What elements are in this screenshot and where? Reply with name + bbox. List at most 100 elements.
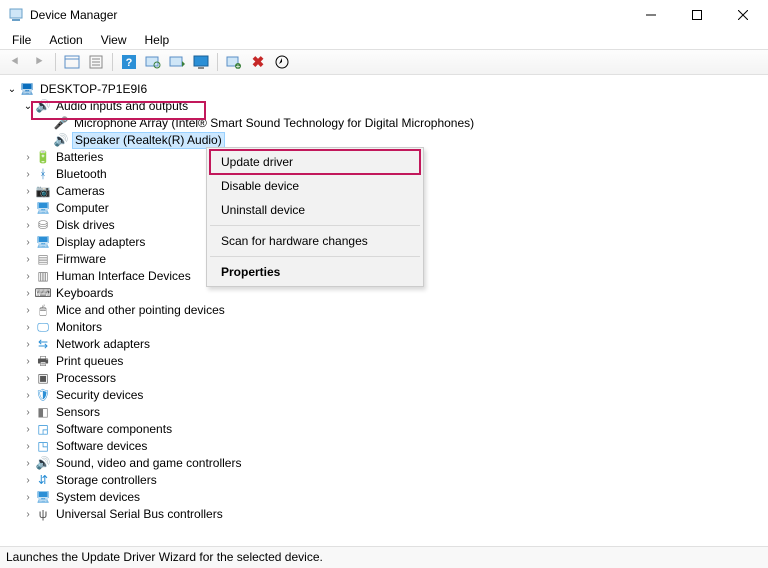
caret-icon[interactable]: › (22, 404, 34, 421)
menu-file[interactable]: File (4, 31, 39, 49)
caret-icon[interactable]: › (22, 438, 34, 455)
caret-icon[interactable]: › (22, 217, 34, 234)
category-usb[interactable]: ›ψUniversal Serial Bus controllers (6, 506, 768, 523)
category-keyboards[interactable]: ›⌨Keyboards (6, 285, 768, 302)
tb-properties[interactable] (85, 51, 107, 73)
device-microphone[interactable]: 🎤 Microphone Array (Intel® Smart Sound T… (6, 115, 768, 132)
ctx-scan-hardware[interactable]: Scan for hardware changes (209, 229, 421, 253)
tb-add-legacy[interactable]: + (223, 51, 245, 73)
tb-monitor[interactable] (190, 51, 212, 73)
category-label[interactable]: Network adapters (54, 336, 152, 353)
menu-help[interactable]: Help (137, 31, 178, 49)
caret-icon[interactable]: › (22, 166, 34, 183)
category-label[interactable]: Computer (54, 200, 111, 217)
root-label[interactable]: DESKTOP-7P1E9I6 (38, 81, 149, 98)
caret-icon[interactable]: › (22, 251, 34, 268)
device-tree[interactable]: ⌄ 🖥 DESKTOP-7P1E9I6 ⌄ 🔊 Audio inputs and… (0, 75, 768, 523)
caret-icon[interactable]: › (22, 336, 34, 353)
category-label[interactable]: Sensors (54, 404, 102, 421)
statusbar-text: Launches the Update Driver Wizard for th… (6, 550, 323, 564)
category-label[interactable]: Human Interface Devices (54, 268, 193, 285)
display-icon: 🖥 (35, 235, 51, 251)
tb-back[interactable]: ⯇ (4, 51, 26, 73)
category-swdev[interactable]: ›◳Software devices (6, 438, 768, 455)
svg-text:+: + (236, 62, 241, 69)
category-label[interactable]: Print queues (54, 353, 125, 370)
caret-icon[interactable]: › (22, 302, 34, 319)
maximize-button[interactable] (674, 0, 720, 30)
speaker-icon: 🔊 (53, 133, 69, 149)
category-label[interactable]: Firmware (54, 251, 108, 268)
category-sensors[interactable]: ›◧Sensors (6, 404, 768, 421)
category-label[interactable]: Processors (54, 370, 118, 387)
tb-uninstall[interactable]: ✖ (247, 51, 269, 73)
tb-scan[interactable] (142, 51, 164, 73)
category-label[interactable]: Sound, video and game controllers (54, 455, 243, 472)
caret-icon[interactable]: › (22, 506, 34, 523)
caret-icon[interactable]: › (22, 234, 34, 251)
audio-label[interactable]: Audio inputs and outputs (54, 98, 190, 115)
caret-icon[interactable]: › (22, 455, 34, 472)
caret-icon[interactable]: ⌄ (6, 81, 18, 98)
usb-icon: ψ (35, 507, 51, 523)
category-storage[interactable]: ›⇵Storage controllers (6, 472, 768, 489)
microphone-icon: 🎤 (53, 116, 69, 132)
caret-icon[interactable]: › (22, 285, 34, 302)
tb-show-hidden[interactable] (61, 51, 83, 73)
minimize-button[interactable] (628, 0, 674, 30)
category-label[interactable]: Mice and other pointing devices (54, 302, 227, 319)
menu-action[interactable]: Action (41, 31, 90, 49)
caret-icon[interactable]: › (22, 353, 34, 370)
ctx-uninstall-device[interactable]: Uninstall device (209, 198, 421, 222)
category-label[interactable]: Monitors (54, 319, 104, 336)
close-button[interactable] (720, 0, 766, 30)
caret-icon[interactable]: › (22, 268, 34, 285)
category-label[interactable]: Software devices (54, 438, 149, 455)
ctx-disable-device[interactable]: Disable device (209, 174, 421, 198)
category-label[interactable]: Display adapters (54, 234, 147, 251)
ctx-properties[interactable]: Properties (209, 260, 421, 284)
menu-view[interactable]: View (93, 31, 135, 49)
tb-forward[interactable]: ⯈ (28, 51, 50, 73)
category-label[interactable]: Universal Serial Bus controllers (54, 506, 225, 523)
category-security[interactable]: ›🛡Security devices (6, 387, 768, 404)
toolbar: ⯇ ⯈ ? + ✖ (0, 49, 768, 75)
category-processors[interactable]: ›▣Processors (6, 370, 768, 387)
category-label[interactable]: Disk drives (54, 217, 117, 234)
category-label[interactable]: System devices (54, 489, 142, 506)
caret-icon[interactable]: › (22, 387, 34, 404)
category-label[interactable]: Storage controllers (54, 472, 159, 489)
category-label[interactable]: Security devices (54, 387, 145, 404)
mic-label[interactable]: Microphone Array (Intel® Smart Sound Tec… (72, 115, 476, 132)
category-label[interactable]: Cameras (54, 183, 107, 200)
speaker-label[interactable]: Speaker (Realtek(R) Audio) (72, 132, 225, 149)
category-label[interactable]: Bluetooth (54, 166, 109, 183)
category-network[interactable]: ›⇆Network adapters (6, 336, 768, 353)
category-label[interactable]: Batteries (54, 149, 105, 166)
category-sound[interactable]: ›🔊Sound, video and game controllers (6, 455, 768, 472)
caret-icon[interactable]: › (22, 200, 34, 217)
tb-update[interactable] (166, 51, 188, 73)
bluetooth-icon: ᚼ (35, 167, 51, 183)
category-system[interactable]: ›🖥System devices (6, 489, 768, 506)
category-mice[interactable]: ›🖱Mice and other pointing devices (6, 302, 768, 319)
tree-root[interactable]: ⌄ 🖥 DESKTOP-7P1E9I6 (6, 81, 768, 98)
tb-help[interactable]: ? (118, 51, 140, 73)
category-label[interactable]: Keyboards (54, 285, 115, 302)
category-audio[interactable]: ⌄ 🔊 Audio inputs and outputs (6, 98, 768, 115)
tb-older[interactable] (271, 51, 293, 73)
caret-icon[interactable]: › (22, 319, 34, 336)
caret-icon[interactable]: › (22, 183, 34, 200)
category-label[interactable]: Software components (54, 421, 174, 438)
caret-icon[interactable]: › (22, 421, 34, 438)
category-print[interactable]: ›🖶Print queues (6, 353, 768, 370)
caret-icon[interactable]: › (22, 370, 34, 387)
caret-icon[interactable]: › (22, 472, 34, 489)
tb-sep (55, 53, 56, 71)
caret-icon[interactable]: › (22, 489, 34, 506)
ctx-update-driver[interactable]: Update driver (209, 149, 421, 175)
caret-icon[interactable]: ⌄ (22, 98, 34, 115)
caret-icon[interactable]: › (22, 149, 34, 166)
category-monitors[interactable]: ›🖵Monitors (6, 319, 768, 336)
category-swcomp[interactable]: ›◲Software components (6, 421, 768, 438)
